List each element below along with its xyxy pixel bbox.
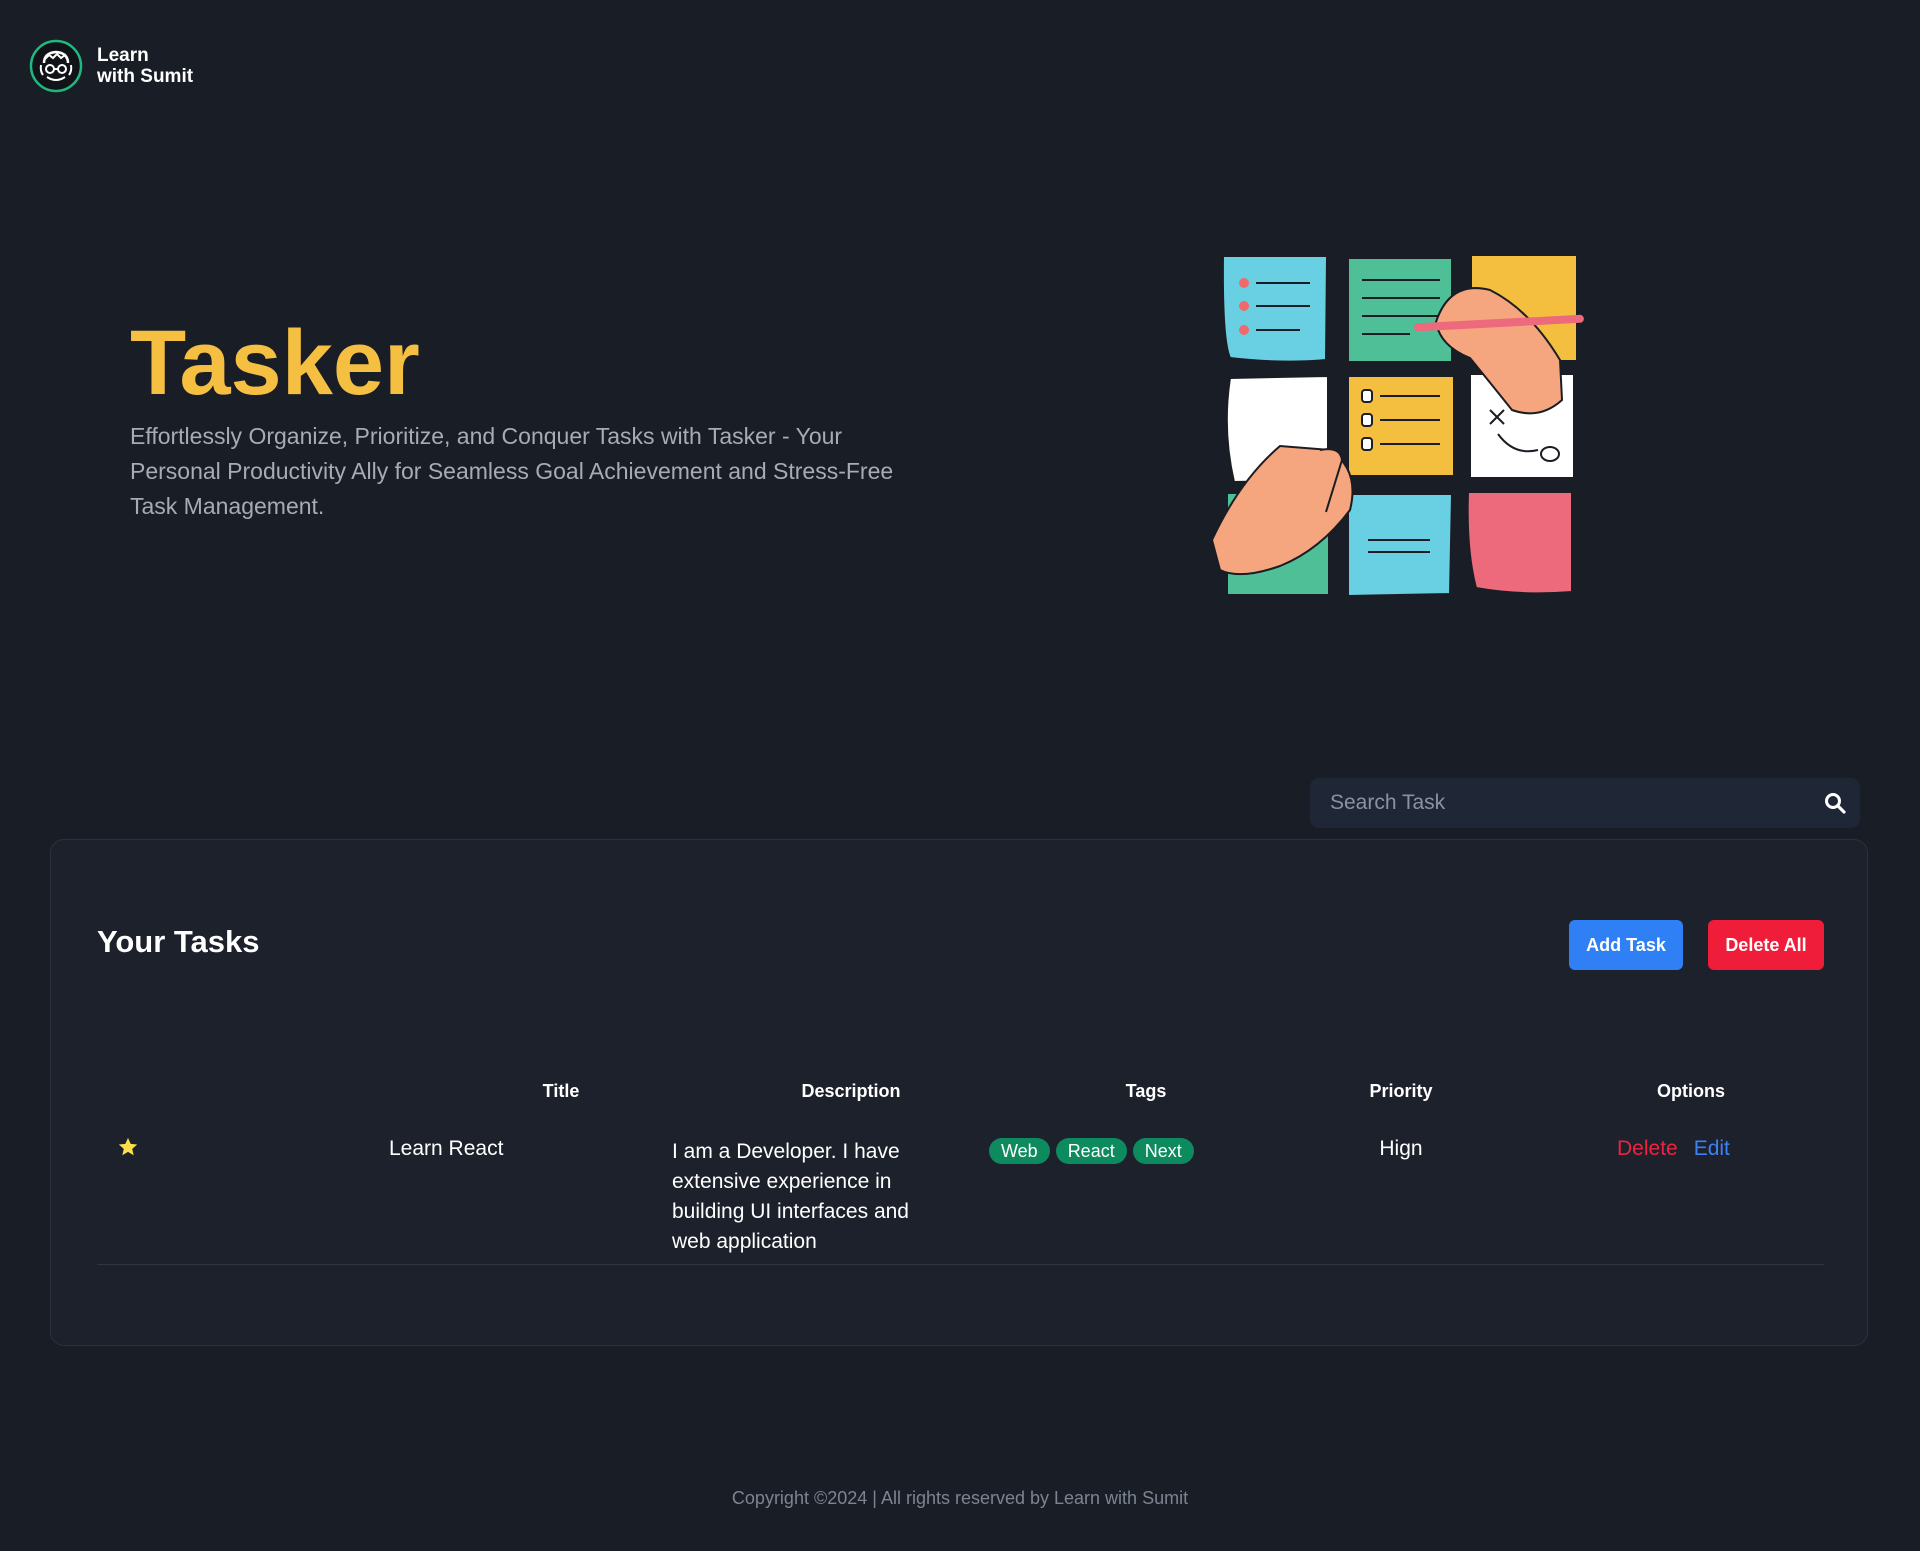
search-bar: [1310, 778, 1860, 828]
column-header-options: Options: [1657, 1081, 1725, 1101]
tasks-panel: Your Tasks Add Task Delete All Title Des…: [50, 839, 1868, 1346]
row-divider: [97, 1264, 1824, 1265]
task-description: I am a Developer. I have extensive exper…: [672, 1140, 909, 1253]
brand-logo-link[interactable]: Learn with Sumit: [29, 39, 193, 93]
column-header-description: Description: [801, 1081, 901, 1101]
search-icon: [1825, 793, 1846, 814]
logo-icon: [29, 39, 83, 93]
task-title: Learn React: [389, 1137, 504, 1160]
column-header-priority: Priority: [1369, 1081, 1433, 1101]
hero-subtitle: Effortlessly Organize, Prioritize, and C…: [130, 423, 894, 519]
footer-copyright: Copyright ©2024 | All rights reserved by…: [731, 1488, 1189, 1508]
task-priority: Hign: [1379, 1137, 1423, 1160]
brand-name-line2: with Sumit: [97, 66, 194, 87]
task-options: Delete Edit: [1617, 1137, 1730, 1161]
tag-badge: React: [1055, 1138, 1127, 1164]
brand-name: Learn with Sumit: [97, 45, 193, 87]
sticky-notes-illustration: [1210, 255, 1584, 598]
search-input[interactable]: [1310, 778, 1810, 828]
column-header-title: Title: [542, 1081, 580, 1101]
brand-name-line1: Learn: [97, 45, 149, 66]
delete-task-link[interactable]: Delete: [1617, 1137, 1678, 1160]
search-button[interactable]: [1810, 778, 1860, 828]
tag-badge: Web: [989, 1138, 1050, 1164]
tasks-heading: Your Tasks: [97, 924, 260, 959]
tag-badge: Next: [1132, 1138, 1194, 1164]
edit-task-link[interactable]: Edit: [1694, 1137, 1730, 1160]
star-icon[interactable]: [117, 1136, 139, 1158]
task-tags: Web React Next: [989, 1138, 1200, 1164]
column-header-tags: Tags: [1125, 1081, 1167, 1101]
delete-all-button[interactable]: Delete All: [1708, 920, 1824, 970]
add-task-button[interactable]: Add Task: [1569, 920, 1683, 970]
hero-title: Tasker: [130, 312, 420, 414]
